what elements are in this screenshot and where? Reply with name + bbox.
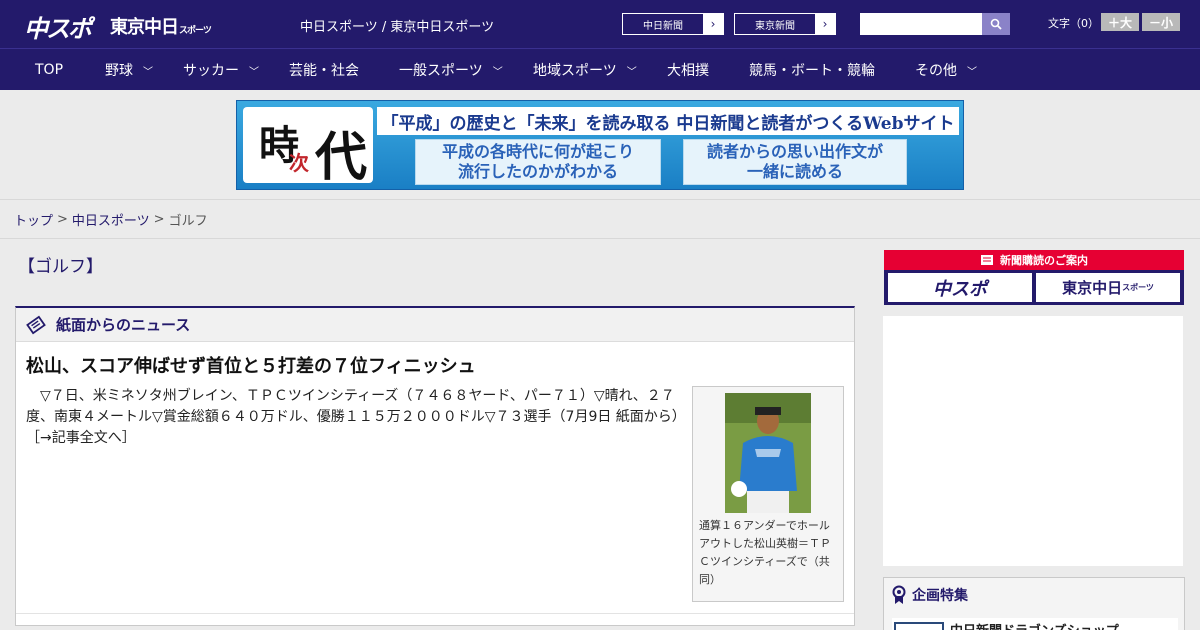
nav-item-label: 野球	[105, 63, 133, 79]
tokyo-logo-text: 東京中日	[110, 17, 179, 38]
search-input[interactable]	[860, 13, 982, 35]
nav-item-label: 地域スポーツ	[533, 63, 617, 79]
nav-item-label: 芸能・社会	[289, 63, 359, 79]
subscribe-tokyo-label: 東京中日	[1062, 279, 1123, 297]
newspaper-icon	[26, 315, 46, 334]
chevron-down-icon: ﹀	[143, 66, 153, 78]
banner-kanji-tsugi: 次	[289, 151, 309, 175]
banner-box-left: 平成の各時代に何が起こり 流行したのかがわかる	[415, 139, 661, 185]
banner-headline: 「平成」の歴史と「未来」を読み取る 中日新聞と読者がつくるWebサイト	[377, 107, 959, 135]
tokyo-chunichi-logo[interactable]: 東京中日スポーツ	[110, 13, 212, 39]
nav-item-label: その他	[915, 63, 957, 79]
nav-item-label: TOP	[35, 62, 64, 78]
subscribe-chuspo-button[interactable]: 中スポ	[888, 273, 1032, 302]
advertisement-slot	[883, 316, 1183, 566]
banner-box-right: 読者からの思い出作文が 一緒に読める	[683, 139, 907, 185]
feature-header: 企画特集	[884, 578, 1184, 612]
feature-item[interactable]: 中日新聞ドラゴンズショップ	[892, 618, 1178, 630]
search-icon	[990, 18, 1002, 30]
article-summary-text: ▽７日、米ミネソタ州ブレイン、ＴＰＣツインシティーズ（７４６８ヤード、パー７１）…	[26, 388, 686, 425]
tokyo-logo-suffix: スポーツ	[179, 26, 212, 36]
article-photo[interactable]	[725, 393, 811, 513]
nav-item-racing[interactable]: 競馬・ボート・競輪	[749, 49, 875, 91]
feature-title: 企画特集	[912, 588, 968, 604]
category-heading: 【ゴルフ】	[18, 257, 103, 277]
subscribe-tokyo-suffix: スポーツ	[1122, 283, 1154, 292]
main-nav: TOP 野球 ﹀ サッカー ﹀ 芸能・社会 一般スポーツ ﹀ 地域スポーツ ﹀ 大相撲 …	[0, 48, 1200, 90]
read-full-article-link[interactable]: ［→記事全文へ］	[26, 430, 136, 446]
chuspo-logo[interactable]: 中スポ	[24, 9, 92, 44]
subscription-label: 新聞購読のご案内	[1000, 254, 1088, 267]
font-larger-button[interactable]: ＋大	[1101, 13, 1139, 31]
feature-thumbnail	[894, 622, 944, 630]
breadcrumb: トップ > 中日スポーツ > ゴルフ	[0, 201, 1200, 239]
news-panel: 紙面からのニュース 松山、スコア伸ばせず首位と５打差の７位フィニッシュ ▽７日、…	[15, 306, 855, 626]
news-panel-title: 紙面からのニュース	[56, 316, 191, 334]
heisei-jidai-banner[interactable]: 時 次 代 「平成」の歴史と「未来」を読み取る 中日新聞と読者がつくるWebサイ…	[236, 100, 964, 190]
chevron-right-icon: ›	[815, 14, 835, 34]
article-photo-box: 通算１６アンダーでホールアウトした松山英樹＝ＴＰＣツインシティーズで（共同）	[692, 386, 844, 602]
nav-item-label: 競馬・ボート・競輪	[749, 63, 875, 79]
chevron-down-icon: ﹀	[249, 66, 259, 78]
article-summary: ▽７日、米ミネソタ州ブレイン、ＴＰＣツインシティーズ（７４６８ヤード、パー７１）…	[26, 386, 686, 449]
breadcrumb-separator: >	[153, 212, 165, 227]
chunichi-shimbun-label: 中日新聞	[643, 20, 683, 32]
chevron-down-icon: ﹀	[626, 66, 637, 78]
nav-item-sumo[interactable]: 大相撲	[667, 49, 709, 91]
font-smaller-button[interactable]: －小	[1142, 13, 1180, 31]
font-size-label: 文字（0）	[1048, 17, 1099, 30]
news-panel-header: 紙面からのニュース	[16, 308, 854, 342]
banner-logo: 時 次 代	[243, 107, 373, 188]
breadcrumb-current: ゴルフ	[168, 214, 208, 229]
nav-item-label: 一般スポーツ	[399, 63, 483, 79]
breadcrumb-top-link[interactable]: トップ	[14, 210, 53, 229]
chevron-down-icon: ﹀	[492, 66, 503, 78]
chunichi-shimbun-link[interactable]: 中日新聞 ›	[622, 13, 724, 35]
site-title: 中日スポーツ / 東京中日スポーツ	[300, 20, 495, 35]
tokyo-shimbun-link[interactable]: 東京新聞 ›	[734, 13, 836, 35]
nav-item-entertainment[interactable]: 芸能・社会	[289, 49, 359, 91]
subscription-header: 新聞購読のご案内	[884, 250, 1184, 270]
breadcrumb-separator: >	[57, 212, 68, 227]
feature-item-label: 中日新聞ドラゴンズショップ	[950, 620, 1119, 630]
subscribe-tokyo-button[interactable]: 東京中日 スポーツ	[1036, 273, 1180, 302]
nav-item-general-sports[interactable]: 一般スポーツ ﹀	[399, 49, 503, 91]
article-headline[interactable]: 松山、スコア伸ばせず首位と５打差の７位フィニッシュ	[26, 352, 476, 378]
photo-caption: 通算１６アンダーでホールアウトした松山英樹＝ＴＰＣツインシティーズで（共同）	[699, 519, 831, 586]
banner-area: 時 次 代 「平成」の歴史と「未来」を読み取る 中日新聞と読者がつくるWebサイ…	[0, 90, 1200, 200]
nav-item-other[interactable]: その他 ﹀	[915, 49, 977, 91]
nav-item-label: 大相撲	[667, 63, 709, 79]
nav-item-top[interactable]: TOP	[35, 49, 63, 91]
tokyo-shimbun-label: 東京新聞	[755, 20, 795, 32]
nav-item-baseball[interactable]: 野球 ﹀	[105, 49, 153, 91]
nav-item-local-sports[interactable]: 地域スポーツ ﹀	[533, 49, 637, 91]
feature-box: 企画特集 中日新聞ドラゴンズショップ	[883, 577, 1185, 630]
chevron-right-icon: ›	[703, 14, 723, 34]
breadcrumb-section-link[interactable]: 中日スポーツ	[72, 210, 150, 229]
subscription-box: 新聞購読のご案内 中スポ 東京中日 スポーツ	[884, 250, 1184, 305]
top-header: 中スポ 東京中日スポーツ 中日スポーツ / 東京中日スポーツ 中日新聞 › 東京…	[0, 0, 1200, 48]
newspaper-icon	[981, 255, 993, 265]
ribbon-badge-icon	[892, 585, 906, 604]
divider	[16, 613, 854, 614]
search-button[interactable]	[982, 13, 1010, 35]
chevron-down-icon: ﹀	[967, 66, 977, 78]
golfer-image	[725, 393, 811, 513]
nav-item-label: サッカー	[183, 63, 239, 79]
banner-kanji-dai: 代	[315, 127, 368, 188]
nav-item-soccer[interactable]: サッカー ﹀	[183, 49, 259, 91]
